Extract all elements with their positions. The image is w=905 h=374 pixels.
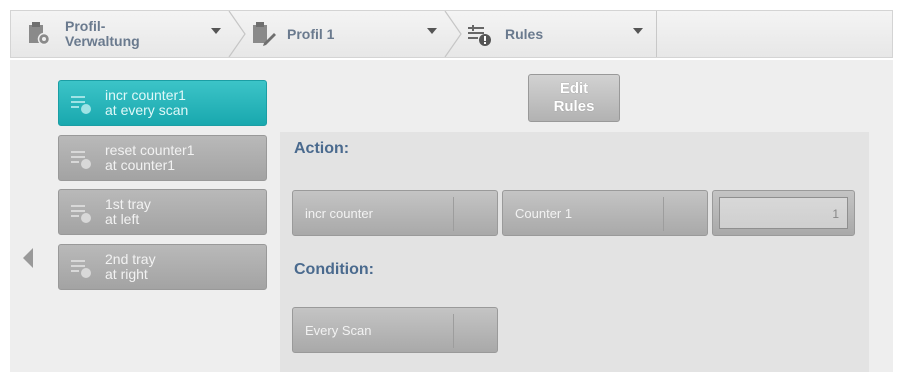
- rule-icon: [71, 96, 91, 114]
- rule-label: incr counter1 at every scan: [105, 88, 188, 118]
- breadcrumb-separator-icon: [444, 11, 462, 57]
- chevron-down-icon[interactable]: [427, 28, 437, 34]
- back-arrow-icon[interactable]: [23, 248, 33, 268]
- edit-rules-button[interactable]: Edit Rules: [528, 74, 620, 122]
- condition-value: Every Scan: [305, 323, 372, 338]
- rule-label: reset counter1 at counter1: [105, 143, 195, 173]
- counter-value: Counter 1: [515, 206, 573, 221]
- amount-field-wrapper: 1: [712, 190, 855, 236]
- rules-icon: [465, 20, 493, 48]
- action-type-value: incr counter: [305, 206, 373, 221]
- condition-select[interactable]: Every Scan: [292, 307, 498, 353]
- breadcrumb-profile-1[interactable]: Profil 1: [249, 11, 445, 57]
- clipboard-edit-icon: [249, 20, 277, 48]
- counter-select[interactable]: Counter 1: [502, 190, 708, 236]
- chevron-down-icon[interactable]: [211, 28, 221, 34]
- rule-condition: at counter1: [105, 157, 176, 173]
- action-heading: Action:: [294, 140, 350, 157]
- rule-title: 1st tray: [105, 196, 151, 212]
- edit-rules-label: Edit Rules: [553, 80, 595, 115]
- rules-editor: incr counter1 at every scan reset counte…: [10, 60, 893, 372]
- profile-management-icon: [25, 20, 53, 48]
- action-type-select[interactable]: incr counter: [292, 190, 498, 236]
- breadcrumb-profile-management[interactable]: Profil- Verwaltung: [25, 11, 235, 57]
- breadcrumb-separator-icon: [228, 11, 246, 57]
- breadcrumb-label: Profil- Verwaltung: [65, 18, 140, 49]
- divider: [453, 197, 454, 231]
- breadcrumb-label: Rules: [505, 25, 544, 42]
- rule-condition: at right: [105, 266, 148, 282]
- rule-icon: [71, 260, 91, 278]
- divider: [453, 314, 454, 348]
- rule-condition: at left: [105, 211, 140, 227]
- divider: [656, 11, 657, 57]
- rule-title: incr counter1: [105, 87, 186, 103]
- divider: [663, 197, 664, 231]
- rule-title: 2nd tray: [105, 251, 156, 267]
- rule-icon: [71, 151, 91, 169]
- rule-item-2[interactable]: reset counter1 at counter1: [58, 135, 267, 181]
- condition-heading: Condition:: [294, 261, 374, 278]
- breadcrumb-label: Profil 1: [287, 25, 335, 42]
- rule-label: 1st tray at left: [105, 197, 151, 227]
- rule-title: reset counter1: [105, 142, 195, 158]
- rule-icon: [71, 205, 91, 223]
- chevron-down-icon[interactable]: [633, 28, 643, 34]
- rule-item-4[interactable]: 2nd tray at right: [58, 244, 267, 290]
- amount-input[interactable]: 1: [719, 197, 848, 229]
- breadcrumb: Profil- Verwaltung Profil 1 Rules: [10, 10, 893, 58]
- rule-detail-panel: Action: incr counter Counter 1 1 Conditi…: [280, 132, 869, 372]
- rule-item-1[interactable]: incr counter1 at every scan: [58, 80, 267, 126]
- rule-condition: at every scan: [105, 102, 189, 118]
- breadcrumb-rules[interactable]: Rules: [465, 11, 655, 57]
- rule-label: 2nd tray at right: [105, 252, 156, 282]
- rule-item-3[interactable]: 1st tray at left: [58, 189, 267, 235]
